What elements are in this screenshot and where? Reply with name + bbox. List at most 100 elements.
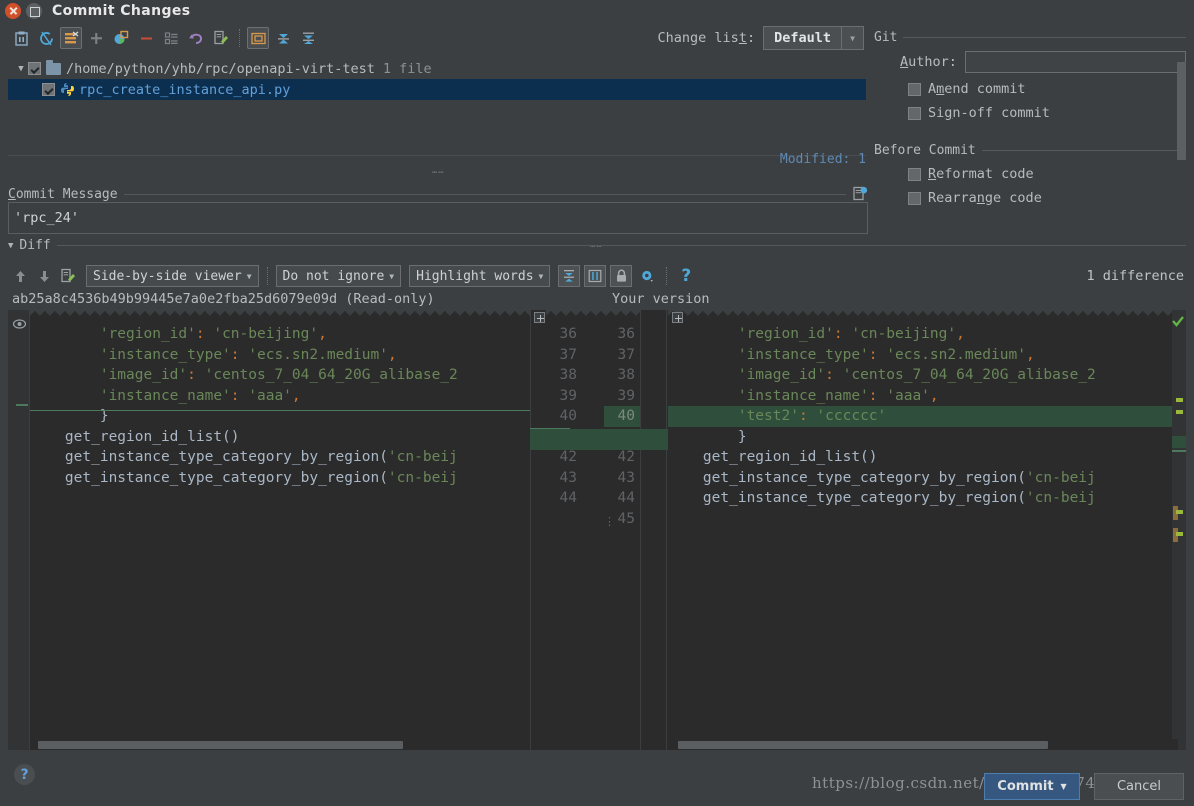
message-history-icon[interactable]	[852, 186, 868, 202]
edit-source-icon[interactable]	[58, 266, 78, 286]
code-line[interactable]: 'instance_type': 'ecs.sn2.medium',	[30, 345, 530, 366]
undo-icon[interactable]	[185, 27, 207, 49]
tree-row-file[interactable]: rpc_create_instance_api.py	[8, 79, 866, 100]
chevron-down-icon[interactable]: ▼	[389, 272, 394, 281]
rearrange-checkbox-box[interactable]	[908, 191, 921, 205]
line-number: 44	[617, 490, 635, 506]
expand-fold-left-icon[interactable]	[534, 312, 545, 323]
code-line[interactable]: get_instance_type_category_by_region('cn…	[668, 468, 1178, 489]
right-hscrollbar-thumb[interactable]	[678, 741, 1048, 749]
code-line[interactable]: get_region_id_list()	[30, 427, 530, 448]
right-hscrollbar[interactable]	[668, 739, 1178, 750]
left-hscrollbar[interactable]	[30, 739, 530, 750]
commit-button[interactable]: Commit ▼	[984, 773, 1080, 800]
code-line[interactable]: 'image_id': 'centos_7_04_64_20G_alibase_…	[30, 365, 530, 386]
code-line[interactable]: get_instance_type_category_by_region('cn…	[30, 447, 530, 468]
marker-typo-3[interactable]	[1176, 510, 1183, 514]
triangle-down-icon[interactable]: ▼	[8, 241, 13, 251]
gear-icon[interactable]	[636, 265, 658, 287]
expand-all-icon[interactable]	[272, 27, 294, 49]
triangle-down-icon[interactable]: ▼	[14, 64, 28, 74]
code-line[interactable]: get_region_id_list()	[668, 447, 1178, 468]
delete-icon[interactable]	[135, 27, 157, 49]
splitter-grip-top[interactable]: ⋯⋯	[432, 168, 445, 178]
marker-insert[interactable]	[1172, 436, 1186, 448]
diff-section-header[interactable]: ▼ Diff	[8, 238, 1186, 253]
fold-ellipsis[interactable]: ⋮	[604, 515, 615, 528]
whitespace-mode-combo[interactable]: Do not ignore ▼	[275, 265, 402, 287]
signoff-commit-checkbox[interactable]: Sign-off commit	[908, 105, 1186, 121]
tree-row-directory[interactable]: ▼ /home/python/yhb/rpc/openapi-virt-test…	[8, 58, 866, 79]
collapsed-region-right[interactable]	[668, 310, 1178, 324]
show-diff-icon[interactable]	[160, 27, 182, 49]
marker-typo-1[interactable]	[1176, 398, 1183, 402]
code-line[interactable]: get_instance_type_category_by_region('cn…	[668, 488, 1178, 509]
code-line[interactable]: 'instance_type': 'ecs.sn2.medium',	[668, 345, 1178, 366]
diff-columns-icon[interactable]	[584, 265, 607, 287]
question-icon[interactable]: ?	[14, 764, 35, 785]
code-line[interactable]: 'region_id': 'cn-beijing',	[30, 324, 530, 345]
eye-icon[interactable]	[12, 314, 27, 329]
collapse-unchanged-icon[interactable]	[558, 265, 581, 287]
changed-files-tree[interactable]: ▼ /home/python/yhb/rpc/openapi-virt-test…	[8, 58, 866, 156]
edit-source-icon[interactable]	[210, 27, 232, 49]
right-diff-pane[interactable]: 'region_id': 'cn-beijing', 'instance_typ…	[668, 324, 1178, 736]
code-line[interactable]: get_instance_type_category_by_region('cn…	[30, 468, 530, 489]
marker-typo-2[interactable]	[1176, 410, 1183, 414]
collapsed-region-left[interactable]	[30, 310, 530, 324]
expand-fold-right-icon[interactable]	[672, 312, 683, 323]
code-line[interactable]: 'instance_name': 'aaa',	[30, 386, 530, 407]
group-by-icon[interactable]	[60, 27, 82, 49]
collapsed-region-nums[interactable]	[546, 310, 640, 324]
move-to-changelist-icon[interactable]	[110, 27, 132, 49]
code-line[interactable]: }	[668, 427, 1178, 448]
diff-viewer: 'region_id': 'cn-beijing', 'instance_typ…	[8, 310, 1186, 750]
chevron-down-icon[interactable]: ▼	[841, 27, 863, 49]
changelist-combo[interactable]: Default ▼	[763, 26, 864, 50]
code-line[interactable]: 'test2': 'cccccc'	[668, 406, 1178, 427]
arrow-down-icon[interactable]	[34, 266, 54, 286]
reformat-code-checkbox[interactable]: Reformat code	[908, 166, 1186, 182]
collapse-all-icon[interactable]	[297, 27, 319, 49]
left-diff-pane[interactable]: 'region_id': 'cn-beijing', 'instance_typ…	[30, 324, 530, 736]
rearrange-code-label: Rearrange code	[928, 190, 1042, 206]
chevron-down-icon[interactable]: ▼	[247, 272, 252, 281]
amend-commit-checkbox[interactable]: Amend commit	[908, 81, 1186, 97]
add-icon[interactable]	[85, 27, 107, 49]
author-field[interactable]	[964, 51, 1186, 73]
diff-marker-strip[interactable]	[1172, 310, 1186, 750]
chevron-down-icon[interactable]: ▼	[1061, 782, 1067, 791]
refresh-changes-icon[interactable]	[10, 27, 32, 49]
amend-checkbox-box[interactable]	[908, 82, 921, 96]
cancel-button[interactable]: Cancel	[1094, 773, 1184, 800]
maximize-icon[interactable]	[26, 3, 42, 19]
options-scrollbar[interactable]	[1177, 62, 1186, 160]
code-line[interactable]: 'region_id': 'cn-beijing',	[668, 324, 1178, 345]
title-bar: Commit Changes	[0, 0, 1194, 22]
signoff-checkbox-box[interactable]	[908, 106, 921, 120]
marker-insert-line[interactable]	[1172, 450, 1186, 452]
reformat-checkbox-box[interactable]	[908, 167, 921, 181]
question-icon[interactable]: ?	[675, 265, 697, 287]
git-group-header: Git	[874, 30, 1186, 45]
rollback-icon[interactable]	[35, 27, 57, 49]
group-by-directory-icon[interactable]	[247, 27, 269, 49]
lock-icon[interactable]	[610, 265, 633, 287]
arrow-up-icon[interactable]	[10, 266, 30, 286]
highlight-mode-combo[interactable]: Highlight words ▼	[409, 265, 551, 287]
diff-gutter[interactable]	[8, 310, 30, 750]
close-icon[interactable]	[5, 3, 21, 19]
code-line[interactable]	[668, 509, 1178, 530]
code-line[interactable]: 'instance_name': 'aaa',	[668, 386, 1178, 407]
left-hscrollbar-thumb[interactable]	[38, 741, 403, 749]
rearrange-code-checkbox[interactable]: Rearrange code	[908, 190, 1186, 206]
directory-checkbox[interactable]	[28, 62, 41, 75]
viewer-mode-combo[interactable]: Side-by-side viewer ▼	[86, 265, 259, 287]
code-line[interactable]	[30, 488, 530, 509]
code-line[interactable]: 'image_id': 'centos_7_04_64_20G_alibase_…	[668, 365, 1178, 386]
window-title: Commit Changes	[52, 3, 191, 19]
marker-typo-4[interactable]	[1176, 532, 1183, 536]
commit-message-input[interactable]: 'rpc_24'	[8, 202, 868, 234]
file-checkbox[interactable]	[42, 83, 55, 96]
chevron-down-icon[interactable]: ▼	[539, 272, 544, 281]
